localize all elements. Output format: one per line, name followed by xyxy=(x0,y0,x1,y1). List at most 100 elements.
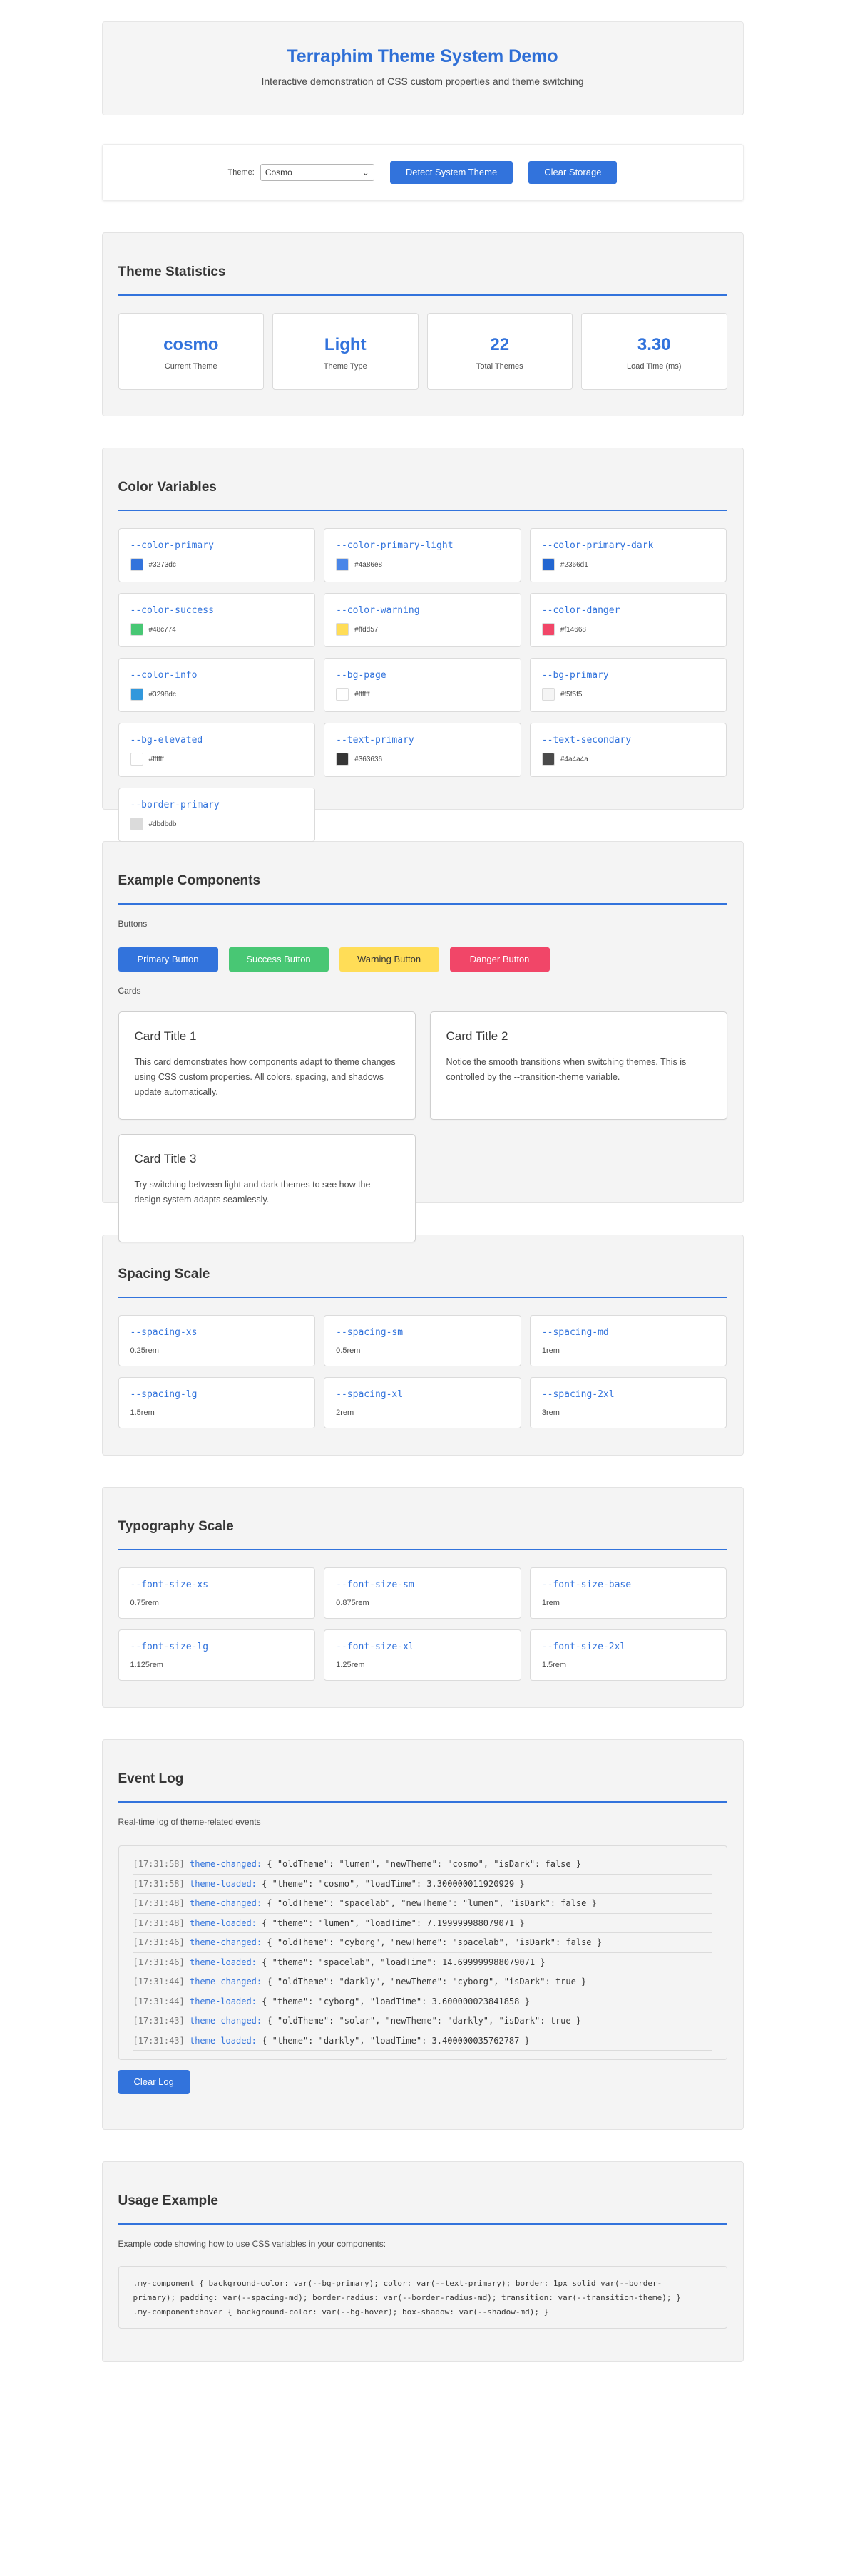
font-size-token-value: 0.75rem xyxy=(130,1599,159,1607)
log-event-name: theme-changed: xyxy=(189,2016,262,2026)
code-line: .my-component { background-color: var(--… xyxy=(133,2279,662,2288)
color-swatch xyxy=(336,623,349,636)
font-size-token-name: --font-size-xl xyxy=(336,1642,414,1652)
log-payload: { "oldTheme": "solar", "newTheme": "dark… xyxy=(267,2016,582,2026)
log-payload: { "oldTheme": "darkly", "newTheme": "cyb… xyxy=(267,1977,587,1987)
log-entry: [17:31:48] theme-loaded: { "theme": "lum… xyxy=(133,1914,712,1933)
color-variable-row: #363636 xyxy=(336,753,509,766)
card-title: Card Title 2 xyxy=(446,1029,508,1043)
font-size-token-value: 1.5rem xyxy=(541,1661,567,1669)
color-variable-name: --bg-primary xyxy=(541,670,609,681)
log-entry: [17:31:44] theme-loaded: { "theme": "cyb… xyxy=(133,1992,712,2011)
theme-select[interactable]: Cosmo ⌄ xyxy=(260,164,374,181)
color-hex-value: #f14668 xyxy=(560,625,586,634)
font-size-token-card: --font-size-xs 0.75rem xyxy=(118,1567,316,1619)
font-size-token-card: --font-size-2xl 1.5rem xyxy=(529,1629,727,1681)
log-entry: [17:31:43] theme-loaded: { "theme": "dar… xyxy=(133,2031,712,2051)
font-size-token-name: --font-size-xs xyxy=(130,1580,209,1590)
spacing-token-card: --spacing-lg 1.5rem xyxy=(118,1377,316,1428)
spacing-grid: --spacing-xs 0.25rem --spacing-sm 0.5rem --s… xyxy=(118,1315,727,1428)
log-timestamp: [17:31:58] xyxy=(133,1878,185,1889)
spacing-token-name: --spacing-xl xyxy=(336,1389,404,1400)
log-event-name: theme-changed: xyxy=(189,1977,262,1987)
example-cards: Card Title 1 This card demonstrates how c… xyxy=(118,1011,727,1242)
log-payload: { "oldTheme": "lumen", "newTheme": "cosm… xyxy=(267,1859,582,1869)
card-body: Try switching between light and dark the… xyxy=(134,1180,371,1205)
color-swatch xyxy=(130,688,143,701)
log-event-name: theme-loaded: xyxy=(189,1957,257,1967)
color-variable-card: --bg-page #ffffff xyxy=(324,658,521,712)
color-variable-name: --color-primary-dark xyxy=(541,540,654,551)
color-variable-row: #dbdbdb xyxy=(130,818,304,830)
log-event-name: theme-changed: xyxy=(189,1937,262,1947)
spacing-token-card: --spacing-xs 0.25rem xyxy=(118,1315,316,1366)
page-subtitle: Interactive demonstration of CSS custom … xyxy=(261,76,584,87)
event-log-list: [17:31:58] theme-changed: { "oldTheme": … xyxy=(118,1845,727,2060)
section-title: Theme Statistics xyxy=(118,264,727,296)
color-hex-value: #3298dc xyxy=(148,690,176,699)
theme-controls: Theme: Cosmo ⌄ Detect System Theme Clear… xyxy=(101,144,744,201)
spacing-token-card: --spacing-2xl 3rem xyxy=(529,1377,727,1428)
color-variable-name: --color-primary xyxy=(130,540,214,551)
font-size-token-name: --font-size-2xl xyxy=(541,1642,626,1652)
example-button[interactable]: Success Button xyxy=(228,947,329,972)
stat-label: Current Theme xyxy=(164,362,217,371)
color-variable-name: --border-primary xyxy=(130,800,220,810)
font-size-token-value: 1.125rem xyxy=(130,1661,163,1669)
color-variable-card: --color-primary-light #4a86e8 xyxy=(324,528,521,582)
spacing-token-name: --spacing-md xyxy=(541,1327,609,1338)
color-hex-value: #f5f5f5 xyxy=(560,690,583,699)
example-button[interactable]: Primary Button xyxy=(118,947,218,972)
color-variable-name: --bg-elevated xyxy=(130,735,203,746)
color-variable-row: #3273dc xyxy=(130,558,304,571)
stat-label: Load Time (ms) xyxy=(627,362,682,371)
color-variable-card: --bg-elevated #ffffff xyxy=(118,723,316,777)
log-entry: [17:31:58] theme-loaded: { "theme": "cos… xyxy=(133,1875,712,1894)
event-log-section: Event Log Real-time log of theme-related… xyxy=(101,1739,744,2130)
color-hex-value: #ffffff xyxy=(148,755,164,763)
log-entry: [17:31:46] theme-loaded: { "theme": "spa… xyxy=(133,1953,712,1972)
section-title: Color Variables xyxy=(118,480,727,511)
log-payload: { "theme": "cosmo", "loadTime": 3.300000… xyxy=(262,1878,525,1889)
color-swatch xyxy=(336,558,349,571)
font-size-token-name: --font-size-base xyxy=(541,1580,632,1590)
example-button[interactable]: Danger Button xyxy=(449,947,550,972)
log-timestamp: [17:31:43] xyxy=(133,2035,185,2046)
color-variable-row: #f5f5f5 xyxy=(541,688,715,701)
clear-storage-button[interactable]: Clear Storage xyxy=(528,161,618,184)
clear-log-button[interactable]: Clear Log xyxy=(118,2070,190,2094)
stat-value: 3.30 xyxy=(637,335,671,354)
color-variable-row: #ffffff xyxy=(336,688,509,701)
log-event-name: theme-loaded: xyxy=(189,1996,257,2006)
example-buttons: Primary Button Success Button Warning Butt… xyxy=(118,947,727,972)
color-hex-value: #ffffff xyxy=(354,690,370,699)
font-size-token-value: 1rem xyxy=(541,1599,560,1607)
color-variable-row: #2366d1 xyxy=(541,558,715,571)
color-variable-row: #ffdd57 xyxy=(336,623,509,636)
page-title: Terraphim Theme System Demo xyxy=(287,46,558,66)
font-size-token-card: --font-size-xl 1.25rem xyxy=(324,1629,521,1681)
spacing-token-name: --spacing-2xl xyxy=(541,1389,615,1400)
section-title: Example Components xyxy=(118,873,727,905)
stat-value: cosmo xyxy=(163,335,219,354)
color-variable-card: --color-warning #ffdd57 xyxy=(324,593,521,647)
spacing-token-name: --spacing-sm xyxy=(336,1327,404,1338)
log-timestamp: [17:31:44] xyxy=(133,1996,185,2006)
log-timestamp: [17:31:48] xyxy=(133,1898,185,1908)
log-payload: { "theme": "darkly", "loadTime": 3.40000… xyxy=(262,2035,530,2046)
color-hex-value: #2366d1 xyxy=(560,560,588,569)
usage-code-block: .my-component { background-color: var(--… xyxy=(118,2266,727,2329)
card-title: Card Title 3 xyxy=(134,1152,197,1165)
log-timestamp: [17:31:46] xyxy=(133,1957,185,1967)
color-hex-value: #ffdd57 xyxy=(354,625,379,634)
stat-label: Theme Type xyxy=(323,362,367,371)
color-variable-name: --color-danger xyxy=(541,605,620,616)
chevron-down-icon: ⌄ xyxy=(362,168,369,177)
font-size-token-name: --font-size-sm xyxy=(336,1580,414,1590)
card-title: Card Title 1 xyxy=(134,1029,197,1043)
stat-card: cosmo Current Theme xyxy=(118,313,264,390)
color-variable-card: --color-danger #f14668 xyxy=(529,593,727,647)
example-button[interactable]: Warning Button xyxy=(339,947,439,972)
detect-system-theme-button[interactable]: Detect System Theme xyxy=(389,161,513,184)
log-timestamp: [17:31:48] xyxy=(133,1917,185,1928)
